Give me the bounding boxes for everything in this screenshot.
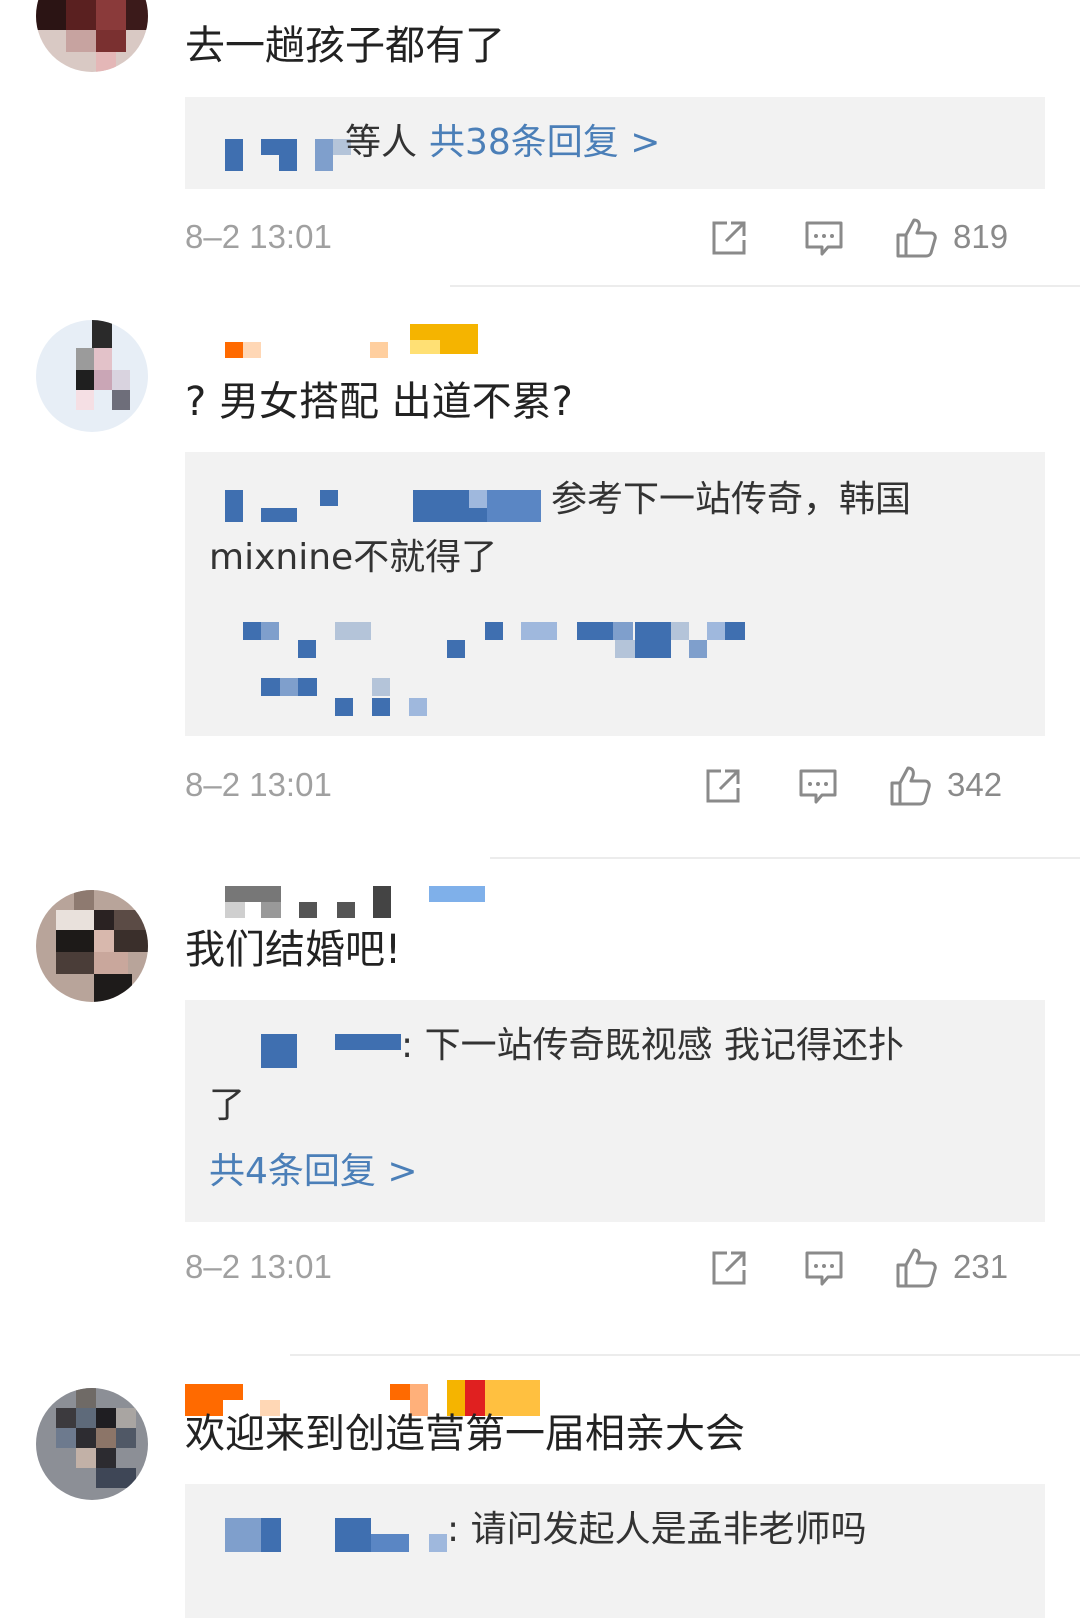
- timestamp: 8–2 13:01: [185, 218, 332, 255]
- comment-footer: 8–2 13:01 231: [185, 1244, 1045, 1294]
- timestamp: 8–2 13:01: [185, 766, 332, 803]
- divider: [490, 857, 1080, 859]
- comment-icon[interactable]: [800, 1244, 848, 1292]
- share-icon[interactable]: [699, 762, 747, 810]
- reply-preview[interactable]: 参考下一站传奇，韩国 mixnine不就得了: [185, 452, 1045, 736]
- reply-text: 参考下一站传奇，韩国: [551, 479, 912, 520]
- avatar[interactable]: [36, 320, 148, 432]
- comment-item: ? 男女搭配 出道不累? 参考下一站传奇，韩国 mixnine不就得了 8–2 …: [0, 290, 1080, 859]
- thumbs-up-icon[interactable]: [892, 214, 940, 262]
- username-mosaic[interactable]: [185, 320, 505, 360]
- share-icon[interactable]: [705, 214, 753, 262]
- reply-text: 了: [209, 1085, 246, 1126]
- divider: [450, 285, 1080, 287]
- username-mosaic[interactable]: [185, 886, 505, 926]
- comment-text: 去一趟孩子都有了: [185, 23, 505, 69]
- comment-text: 欢迎来到创造营第一届相亲大会: [185, 1411, 745, 1457]
- reply-username-partial: 等人: [345, 122, 418, 163]
- comment-text: 我们结婚吧!: [185, 927, 402, 973]
- comment-item: 我们结婚吧! : 下一站传奇既视感 我记得还扑 了 共4条回复 > 8–2 13…: [0, 860, 1080, 1356]
- comment-item: 去一趟孩子都有了 等人 共38条回复 > 8–2 13:01 819: [0, 0, 1080, 290]
- reply-preview[interactable]: 等人 共38条回复 >: [185, 97, 1045, 189]
- reply-preview[interactable]: : 请问发起人是孟非老师吗: [185, 1484, 1045, 1618]
- comment-item: 欢迎来到创造营第一届相亲大会 : 请问发起人是孟非老师吗: [0, 1380, 1080, 1618]
- avatar[interactable]: [36, 1388, 148, 1500]
- thumbs-up-icon[interactable]: [886, 762, 934, 810]
- timestamp: 8–2 13:01: [185, 1248, 332, 1285]
- comment-text: ? 男女搭配 出道不累?: [185, 379, 573, 425]
- avatar[interactable]: [36, 0, 148, 72]
- share-icon[interactable]: [705, 1244, 753, 1292]
- view-replies-link[interactable]: 共38条回复 >: [429, 121, 660, 165]
- reply-text: mixnine不就得了: [209, 537, 498, 578]
- avatar[interactable]: [36, 890, 148, 1002]
- reply-text: : 下一站传奇既视感 我记得还扑: [401, 1025, 905, 1066]
- comment-footer: 8–2 13:01 819: [185, 214, 1045, 264]
- reply-preview[interactable]: : 下一站传奇既视感 我记得还扑 了 共4条回复 >: [185, 1000, 1045, 1222]
- reply-username-mosaic: [225, 139, 243, 171]
- view-replies-link[interactable]: 共4条回复 >: [209, 1150, 418, 1194]
- comment-footer: 8–2 13:01 342: [185, 762, 1045, 812]
- like-count: 342: [947, 766, 1003, 803]
- like-count: 819: [953, 218, 1009, 255]
- reply-text: : 请问发起人是孟非老师吗: [447, 1509, 867, 1550]
- thumbs-up-icon[interactable]: [892, 1244, 940, 1292]
- comment-icon[interactable]: [800, 214, 848, 262]
- like-count: 231: [953, 1248, 1009, 1285]
- divider: [290, 1354, 1080, 1356]
- comment-icon[interactable]: [794, 762, 842, 810]
